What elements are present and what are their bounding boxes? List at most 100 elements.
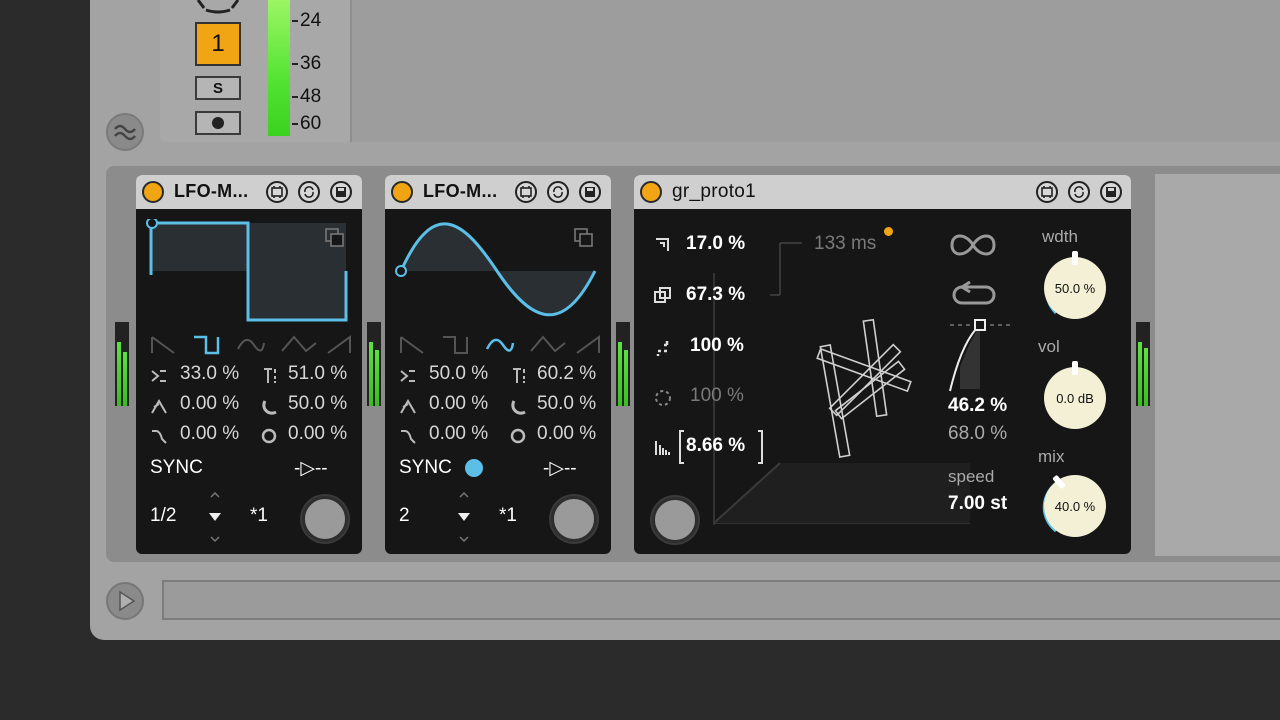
smooth-value[interactable]: 60.2 % [537, 363, 596, 385]
time-ms-value[interactable]: 133 ms [814, 233, 876, 255]
mix-label: mix [1038, 447, 1065, 466]
device-header: LFO-M... [136, 175, 362, 209]
grain-visualizer[interactable] [710, 225, 972, 525]
copy-icon[interactable] [324, 227, 346, 249]
device-meter [616, 322, 630, 406]
decay-value[interactable]: 0.00 % [180, 423, 239, 445]
device-meter [367, 322, 381, 406]
grain-size-icon [656, 238, 669, 251]
random-icon [655, 390, 671, 406]
grain-size-value[interactable]: 17.0 % [686, 233, 745, 255]
jitter-value[interactable]: 50.0 % [429, 363, 488, 385]
device-save-icon[interactable] [1100, 181, 1122, 203]
random-value[interactable]: 100 % [690, 385, 744, 407]
jitter-value[interactable]: 33.0 % [180, 363, 239, 385]
decay-icon [152, 430, 167, 444]
offset-value[interactable]: 0.00 % [288, 423, 347, 445]
phase-value[interactable]: 50.0 % [288, 393, 347, 415]
meter-scale-label: 24 [300, 10, 322, 31]
loop-icon[interactable] [948, 281, 1000, 309]
track-activator-button[interactable]: 1 [195, 22, 241, 66]
offset-value[interactable]: 0.00 % [537, 423, 596, 445]
vol-knob[interactable]: 0.0 dB [1044, 367, 1106, 429]
crossfade-icon[interactable] [192, 0, 244, 14]
attack-value[interactable]: 0.00 % [180, 393, 239, 415]
lfo-waveform-display[interactable] [395, 219, 601, 325]
lfo-shape-selector[interactable] [148, 333, 354, 357]
vol-label: vol [1038, 337, 1060, 356]
density-icon [654, 287, 671, 303]
device-power-button[interactable] [391, 181, 413, 203]
sync-active-indicator[interactable] [465, 459, 483, 477]
arm-button[interactable] [195, 111, 241, 135]
time-indicator-dot [884, 227, 893, 236]
infinity-icon[interactable] [946, 231, 1000, 259]
attack-value[interactable]: 0.00 % [429, 393, 488, 415]
speed-value[interactable]: 7.00 st [948, 493, 1007, 515]
solo-button[interactable]: S [195, 76, 241, 100]
curve-value-secondary[interactable]: 68.0 % [948, 423, 1007, 445]
vol-value: 0.0 dB [1056, 390, 1094, 406]
retrigger-button[interactable] [302, 496, 348, 542]
rate-value[interactable]: 1/2 [150, 505, 176, 527]
multiplier-value[interactable]: *1 [499, 505, 517, 527]
clip-view-bar[interactable] [162, 580, 1280, 620]
meter-tick [292, 96, 298, 98]
clip-area[interactable] [350, 0, 1280, 142]
offset-icon [510, 428, 526, 444]
device-hotswap-button[interactable] [1036, 181, 1058, 203]
multiplier-value[interactable]: *1 [250, 505, 268, 527]
attack-icon [151, 399, 167, 414]
mix-knob[interactable]: 40.0 % [1044, 475, 1106, 537]
device-hotswap-button[interactable] [515, 181, 537, 203]
rate-value[interactable]: 2 [399, 505, 410, 527]
smooth-icon [264, 368, 276, 383]
rate-stepper[interactable] [455, 489, 473, 545]
curve-display[interactable] [946, 317, 1016, 393]
lfo-shape-selector[interactable] [397, 333, 603, 357]
curve-value[interactable]: 46.2 % [948, 395, 1007, 417]
decay-value[interactable]: 0.00 % [429, 423, 488, 445]
spray-icon [656, 341, 669, 356]
lfo-waveform-display[interactable] [146, 219, 352, 325]
device-meter [1136, 322, 1150, 406]
speed-label: speed [948, 467, 995, 486]
width-label: wdth [1042, 227, 1078, 246]
retrigger-button[interactable] [551, 496, 597, 542]
device-power-button[interactable] [640, 181, 662, 203]
spray-value[interactable]: 100 % [690, 335, 744, 357]
device-drop-area[interactable] [1155, 174, 1280, 556]
device-save-icon[interactable] [330, 181, 352, 203]
device-meter [115, 322, 129, 406]
sync-label[interactable]: SYNC [150, 457, 203, 479]
phase-icon [262, 400, 277, 415]
density-value[interactable]: 67.3 % [686, 284, 745, 306]
copy-icon[interactable] [573, 227, 595, 249]
device-refresh-icon[interactable] [298, 181, 320, 203]
device-refresh-icon[interactable] [1068, 181, 1090, 203]
attack-icon [400, 399, 416, 414]
device-header: LFO-M... [385, 175, 611, 209]
phase-value[interactable]: 50.0 % [537, 393, 596, 415]
wave-icon[interactable] [106, 113, 144, 151]
device-save-icon[interactable] [579, 181, 601, 203]
device-refresh-icon[interactable] [547, 181, 569, 203]
play-mode-selector[interactable]: -▷-- [543, 457, 577, 480]
play-mode-selector[interactable]: -▷-- [294, 457, 328, 480]
width-knob[interactable]: 50.0 % [1044, 257, 1106, 319]
sync-label[interactable]: SYNC [399, 457, 452, 479]
width-value: 50.0 % [1054, 280, 1096, 296]
saw-down-icon [151, 336, 175, 354]
sine-shape-icon [237, 338, 265, 352]
vol-knob-pointer [1072, 361, 1078, 375]
freeze-button[interactable] [652, 497, 698, 543]
phase-icon [511, 400, 526, 415]
smooth-value[interactable]: 51.0 % [288, 363, 347, 385]
device-power-button[interactable] [142, 181, 164, 203]
rate-stepper[interactable] [206, 489, 224, 545]
device-hotswap-button[interactable] [266, 181, 288, 203]
offset-icon [261, 428, 277, 444]
meter-tick [292, 63, 298, 65]
pitch-spread-value[interactable]: 8.66 % [686, 435, 745, 457]
play-icon[interactable] [106, 582, 144, 620]
